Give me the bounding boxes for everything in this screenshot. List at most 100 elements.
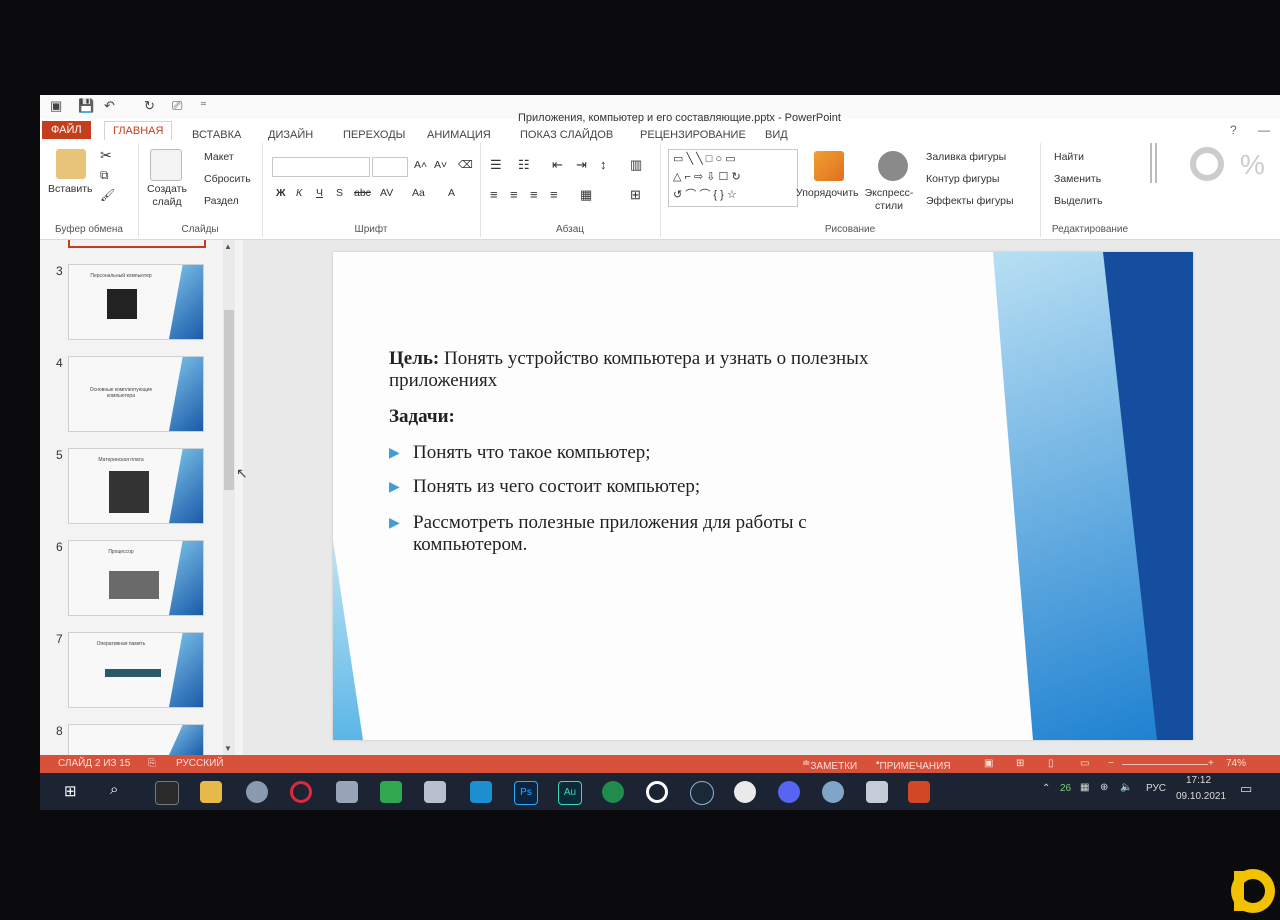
tab-file[interactable]: ФАЙЛ [42,121,91,139]
quick-styles-button[interactable]: Экспресс-стили [862,187,916,213]
input-language[interactable]: РУС [1146,783,1166,794]
redo-icon[interactable]: ↻ [144,98,155,114]
shape-fill-button[interactable]: Заливка фигуры [926,151,1006,163]
reset-button[interactable]: Сбросить [204,173,251,185]
grow-font-icon[interactable]: A˄ [414,159,427,171]
copy-icon[interactable]: ⧉ [100,168,109,183]
find-button[interactable]: Найти [1054,151,1084,163]
slide-sorter-icon[interactable]: ⊞ [1016,758,1024,769]
increase-indent-icon[interactable]: ⇥ [576,157,587,173]
language-indicator[interactable]: РУССКИЙ [176,758,223,769]
slide-thumbnail-3[interactable]: Персональный компьютер [68,264,204,340]
task-view-icon[interactable] [155,781,179,805]
align-text-icon[interactable]: ▦ [580,187,592,203]
change-case-button[interactable]: Aa [412,187,425,199]
bullets-icon[interactable]: ☰ [490,157,502,173]
align-left-icon[interactable]: ≡ [490,187,498,202]
tab-review[interactable]: РЕЦЕНЗИРОВАНИЕ [640,129,746,141]
tab-home[interactable]: ГЛАВНАЯ [104,121,173,140]
tab-view[interactable]: ВИД [765,129,788,141]
xbox-icon[interactable] [602,781,624,803]
slideshow-view-icon[interactable]: ▭ [1080,758,1089,769]
justify-icon[interactable]: ≡ [550,187,558,202]
current-slide-thumbnail[interactable] [68,240,206,248]
cut-icon[interactable]: ✂ [100,147,112,164]
tab-design[interactable]: ДИЗАЙН [268,129,313,141]
arrange-button[interactable]: Упорядочить [796,187,858,199]
font-color-button[interactable]: A [448,187,455,199]
clear-format-icon[interactable]: ⌫ [458,159,473,171]
paste-icon[interactable] [56,149,86,179]
tab-transitions[interactable]: ПЕРЕХОДЫ [343,129,405,141]
slide-thumbnail-6[interactable]: Процессор [68,540,204,616]
file-explorer-icon[interactable] [200,781,222,803]
temperature-indicator[interactable]: 26 [1060,783,1071,794]
shape-effects-button[interactable]: Эффекты фигуры [926,195,1014,207]
network-icon[interactable]: ▦ [1080,782,1089,793]
layout-button[interactable]: Макет [204,151,234,163]
bold-button[interactable]: Ж [276,187,286,199]
steam-icon[interactable] [690,781,714,805]
columns-icon[interactable]: ▥ [630,157,642,173]
clock-date[interactable]: 09.10.2021 [1176,791,1226,802]
windows-start-icon[interactable]: ⊞ [64,782,77,800]
replace-button[interactable]: Заменить [1054,173,1101,185]
notes-button[interactable]: ≐ ЗАМЕТКИ [802,758,857,772]
record-icon[interactable] [646,781,668,803]
normal-view-icon[interactable]: ▣ [984,758,993,769]
notifications-icon[interactable]: ▭ [1240,781,1252,797]
slide-thumbnail-8[interactable] [68,724,204,756]
slide-thumbnail-7[interactable]: Оперативная память [68,632,204,708]
select-button[interactable]: Выделить [1054,195,1102,207]
section-button[interactable]: Раздел [204,195,239,207]
app-icon[interactable] [246,781,268,803]
show-hidden-icons[interactable]: ⌃ [1042,783,1050,794]
audition-icon[interactable]: Au [558,781,582,805]
task-item[interactable]: Рассмотреть полезные приложения для рабо… [413,512,883,556]
spellcheck-icon[interactable]: ⎘ [148,758,156,769]
reading-view-icon[interactable]: ▯ [1048,758,1054,769]
quick-styles-icon[interactable] [878,151,908,181]
new-slide-button[interactable]: Создать слайд [142,183,192,209]
decrease-indent-icon[interactable]: ⇤ [552,157,563,173]
numbering-icon[interactable]: ☷ [518,157,530,173]
zoom-in-icon[interactable]: + [1208,758,1214,769]
app-icon[interactable] [866,781,888,803]
font-name-box[interactable] [272,157,370,177]
powerpoint-icon[interactable] [908,781,930,803]
globe-icon[interactable]: ⊕ [1100,782,1108,793]
discord-icon[interactable] [778,781,800,803]
italic-button[interactable]: К [296,187,302,199]
zoom-level[interactable]: 74% [1226,758,1246,769]
thumbnail-scrollbar[interactable]: ▲ ▼ [223,240,235,755]
scroll-thumb[interactable] [224,310,234,490]
app-icon[interactable] [380,781,402,803]
tab-insert[interactable]: ВСТАВКА [192,129,241,141]
undo-icon[interactable]: ↶ [104,98,115,114]
search-icon[interactable]: ⌕ [110,781,118,798]
opera-icon[interactable] [290,781,312,803]
char-spacing-button[interactable]: AV [380,187,393,199]
line-spacing-icon[interactable]: ↕ [600,157,607,172]
scroll-up-icon[interactable]: ▲ [224,242,232,251]
task-item[interactable]: Понять из чего состоит компьютер; [413,476,933,498]
app-icon[interactable] [734,781,756,803]
save-icon[interactable]: 💾 [78,98,94,114]
shadow-button[interactable]: S [336,187,343,199]
align-center-icon[interactable]: ≡ [510,187,518,202]
customize-qat-icon[interactable]: ⁼ [200,98,207,114]
slide-thumbnail-5[interactable]: Материнская плата [68,448,204,524]
font-size-box[interactable] [372,157,408,177]
strikethrough-button[interactable]: abc [354,187,371,199]
align-right-icon[interactable]: ≡ [530,187,538,202]
shapes-gallery[interactable]: ▭ ╲ ╲ □ ○ ▭ △ ⌐ ⇨ ⇩ ☐ ↻ ↺ ⌒ ⌒ { } ☆ [668,149,798,207]
shrink-font-icon[interactable]: A˅ [434,159,447,171]
browser-icon[interactable] [822,781,844,803]
smartart-icon[interactable]: ⊞ [630,187,641,203]
photoshop-icon[interactable]: Ps [514,781,538,805]
slide-thumbnail-4[interactable]: Основные комплектующие компьютера [68,356,204,432]
task-item[interactable]: Понять что такое компьютер; [413,442,933,464]
format-painter-icon[interactable]: 🖌 [100,188,115,202]
tab-slideshow[interactable]: ПОКАЗ СЛАЙДОВ [520,129,613,141]
app-icon[interactable] [336,781,358,803]
